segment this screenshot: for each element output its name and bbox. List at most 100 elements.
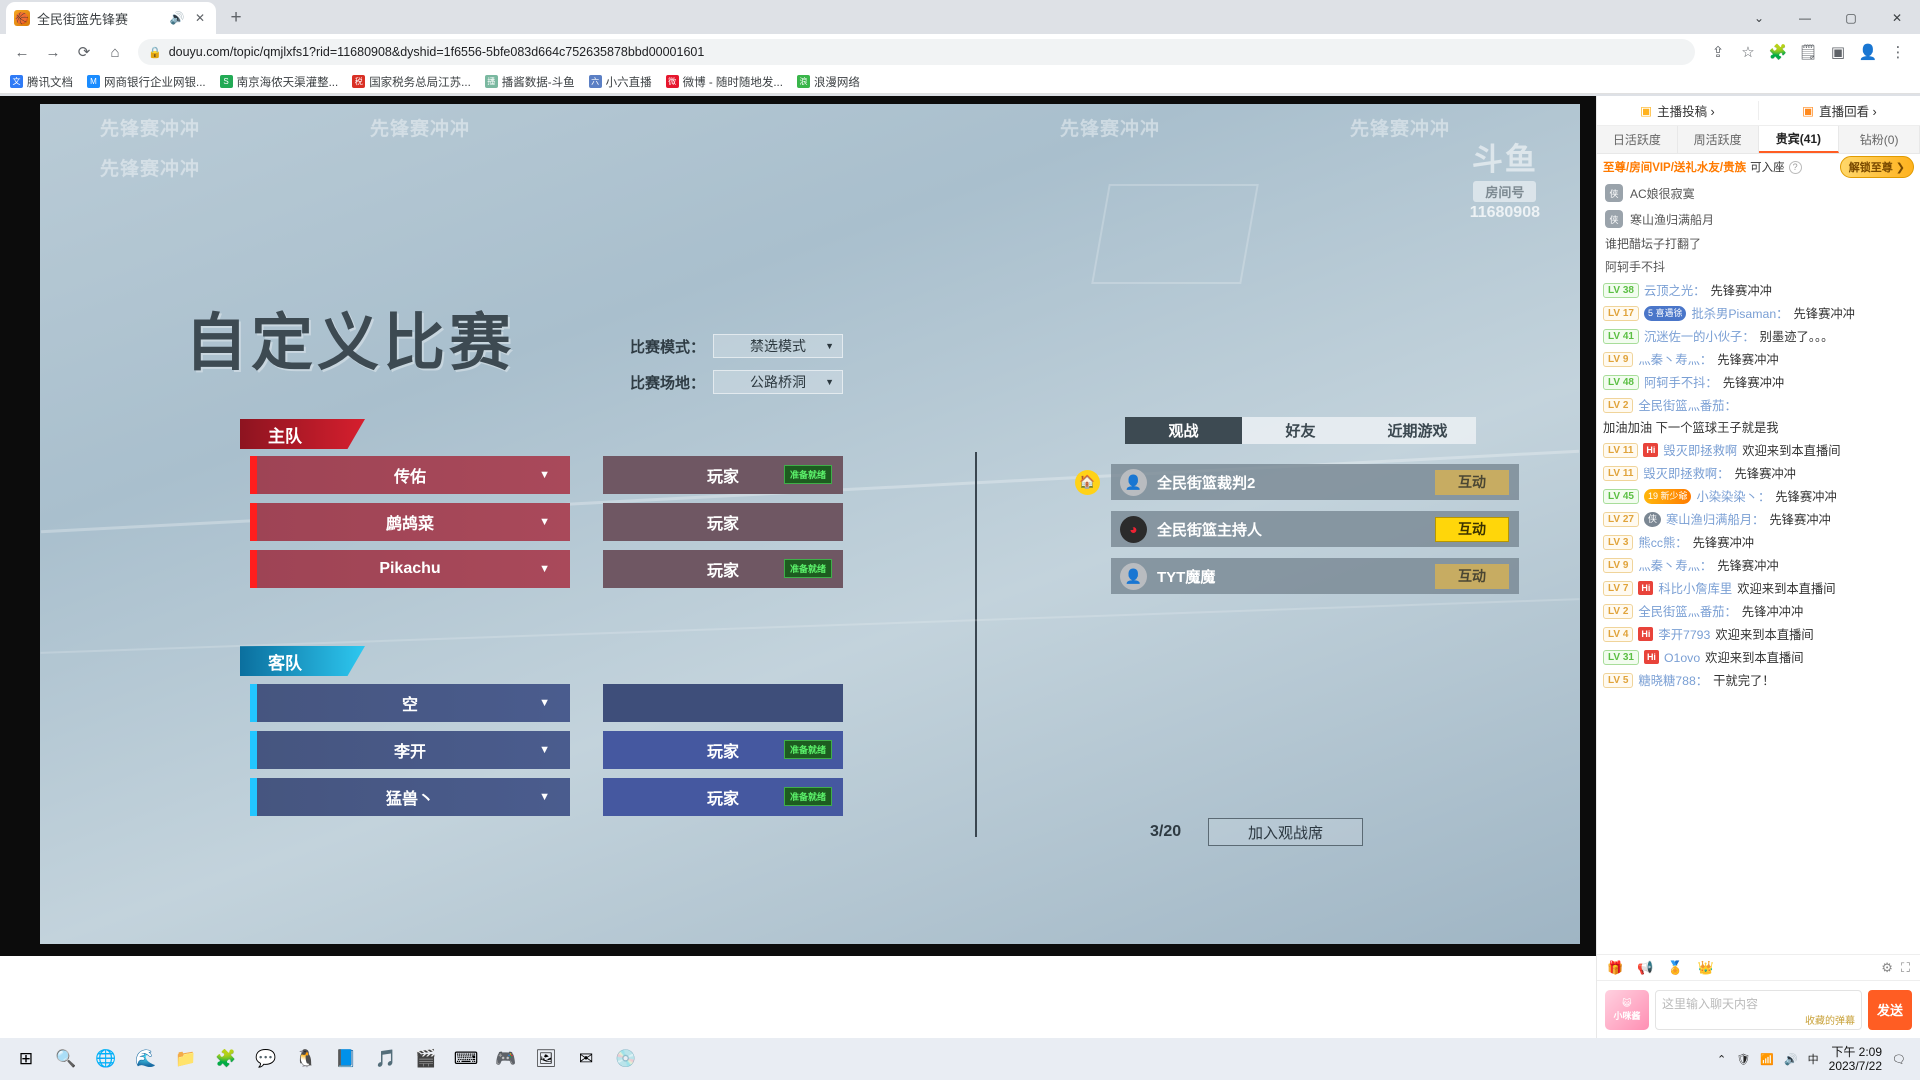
bookmark-item[interactable]: 文腾讯文档 — [10, 74, 73, 90]
fullscreen-icon[interactable]: ⛶ — [1901, 960, 1910, 976]
player-status-box[interactable]: 玩家 — [603, 503, 843, 541]
speaker-icon[interactable]: 🔊 — [169, 10, 185, 26]
player-name-select[interactable]: Pikachu ▼ — [250, 550, 570, 588]
spectator-tab[interactable]: 好友 — [1242, 417, 1359, 444]
address-bar[interactable]: 🔒 douyu.com/topic/qmjlxfs1?rid=11680908&… — [138, 39, 1695, 65]
message-nickname[interactable]: 小染染染丶： — [1696, 489, 1770, 506]
badge-icon[interactable]: 🏅 — [1667, 960, 1683, 976]
new-tab-button[interactable]: + — [222, 4, 250, 32]
message-nickname[interactable]: 科比小詹库里 — [1658, 581, 1732, 598]
question-icon[interactable]: ? — [1788, 160, 1802, 174]
window-icon[interactable]: ▣ — [1824, 38, 1852, 66]
code-icon[interactable]: ⌨ — [446, 1040, 486, 1078]
bookmark-item[interactable]: 微微博 - 随时随地发... — [665, 74, 783, 90]
bookmark-item[interactable]: 浪浪漫网络 — [796, 74, 860, 90]
player-name-select[interactable]: 鹧鸪菜 ▼ — [250, 503, 570, 541]
player-name-select[interactable]: 传佑 ▼ — [250, 456, 570, 494]
bookmark-item[interactable]: 六小六直播 — [588, 74, 652, 90]
interact-button[interactable]: 互动 — [1435, 516, 1509, 542]
search-icon[interactable]: 🔍 — [46, 1040, 86, 1078]
message-nickname[interactable]: 糖晓糖788： — [1638, 673, 1708, 690]
noble-icon[interactable]: 👑 — [1698, 960, 1714, 976]
word-icon[interactable]: 📘 — [326, 1040, 366, 1078]
chat-input[interactable]: 这里输入聊天内容 收藏的弹幕 — [1655, 989, 1862, 1030]
message-nickname[interactable]: 云顶之光： — [1644, 283, 1706, 300]
chat-header-link[interactable]: ▣ 直播回看 › — [1758, 101, 1920, 120]
taskbar-clock[interactable]: 下午 2:09 2023/7/22 — [1829, 1045, 1882, 1073]
wechat-icon[interactable]: 💬 — [246, 1040, 286, 1078]
chat-tab[interactable]: 贵宾(41) — [1758, 126, 1840, 153]
player-status-box[interactable]: 玩家 准备就绪 — [603, 731, 843, 769]
message-nickname[interactable]: 沉迷佐一的小伙子： — [1644, 329, 1755, 346]
join-spectator-button[interactable]: 加入观战席 — [1208, 818, 1363, 846]
message-nickname[interactable]: 熊cc熊： — [1638, 535, 1687, 552]
bookmark-item[interactable]: M 网商银行企业网银... — [87, 74, 206, 90]
disc-icon[interactable]: 💿 — [606, 1040, 646, 1078]
message-nickname[interactable]: 寒山渔归满船月： — [1666, 512, 1764, 529]
bookmark-item[interactable]: S 南京海侬天渠灌整... — [219, 74, 338, 90]
reload-icon[interactable]: ⟳ — [70, 38, 98, 66]
interact-button[interactable]: 互动 — [1435, 469, 1509, 495]
spectator-tab[interactable]: 近期游戏 — [1359, 417, 1476, 444]
qq-icon[interactable]: 🐧 — [286, 1040, 326, 1078]
home-icon[interactable]: ⌂ — [101, 38, 129, 66]
mail-icon[interactable]: ✉ — [566, 1040, 606, 1078]
player-status-box[interactable]: 玩家 准备就绪 — [603, 778, 843, 816]
folder-icon[interactable]: 📁 — [166, 1040, 206, 1078]
chat-header-link[interactable]: ▣ 主播投稿 › — [1597, 101, 1758, 120]
app-icon[interactable]: 🧩 — [206, 1040, 246, 1078]
bookmark-item[interactable]: 税国家税务总局江苏... — [352, 74, 471, 90]
settings-icon[interactable]: ⚙ — [1881, 960, 1893, 976]
extensions-icon[interactable]: 🧩 — [1764, 38, 1792, 66]
bookmark-item[interactable]: 播播酱数据-斗鱼 — [484, 74, 575, 90]
chat-tab[interactable]: 周活跃度 — [1677, 126, 1759, 153]
message-nickname[interactable]: 灬秦丶寿灬： — [1638, 352, 1712, 369]
menu-icon[interactable]: ⋮ — [1884, 38, 1912, 66]
message-nickname[interactable]: 灬秦丶寿灬： — [1638, 558, 1712, 575]
player-status-box[interactable]: 玩家 准备就绪 — [603, 456, 843, 494]
close-window-button[interactable]: ✕ — [1874, 2, 1920, 34]
player-name-select[interactable]: 空 ▼ — [250, 684, 570, 722]
share-icon[interactable]: ⇪ — [1704, 38, 1732, 66]
message-nickname[interactable]: 全民街篮灬番茄： — [1638, 604, 1736, 621]
guest-item[interactable]: 侠寒山渔归满船月 — [1597, 206, 1920, 232]
ime-icon[interactable]: 中 — [1808, 1051, 1819, 1067]
emoji-button[interactable]: 😺 小咪酱 — [1605, 989, 1649, 1030]
interact-button[interactable]: 互动 — [1435, 563, 1509, 589]
message-nickname[interactable]: 全民街篮灬番茄： — [1638, 398, 1736, 415]
tab-search-chevron-icon[interactable]: ⌄ — [1736, 2, 1782, 34]
bookmark-star-icon[interactable]: ☆ — [1734, 38, 1762, 66]
message-nickname[interactable]: O1ovo — [1664, 650, 1700, 667]
player-name-select[interactable]: 猛兽丶 ▼ — [250, 778, 570, 816]
chevron-up-icon[interactable]: ⌃ — [1717, 1053, 1726, 1066]
unlock-supreme-button[interactable]: 解锁至尊 ❯ — [1839, 156, 1914, 178]
volume-icon[interactable]: 🔊 — [1784, 1053, 1798, 1066]
browser-tab[interactable]: 🏀 全民街篮先锋赛 🔊 ✕ — [6, 2, 216, 34]
profile-icon[interactable]: 👤 — [1854, 38, 1882, 66]
notification-icon[interactable]: 🗨 — [1892, 1053, 1906, 1066]
music-icon[interactable]: 🎵 — [366, 1040, 406, 1078]
shield-icon[interactable]: 🛡 — [1736, 1053, 1750, 1066]
reading-list-icon[interactable]: 🗒 — [1794, 38, 1822, 66]
player-status-box[interactable]: 玩家 准备就绪 — [603, 550, 843, 588]
player-status-box[interactable] — [603, 684, 843, 722]
video-icon[interactable]: 🎬 — [406, 1040, 446, 1078]
start-icon[interactable]: ⊞ — [6, 1040, 46, 1078]
chat-tab[interactable]: 日活跃度 — [1597, 126, 1678, 153]
forward-icon[interactable]: → — [39, 38, 67, 66]
message-nickname[interactable]: 毁灭即拯救啊： — [1643, 466, 1729, 483]
spectator-tab[interactable]: 观战 — [1125, 417, 1242, 444]
guest-item[interactable]: 侠 AC娘很寂寞 — [1597, 180, 1920, 206]
edge-icon[interactable]: 🌊 — [126, 1040, 166, 1078]
maximize-button[interactable]: ▢ — [1828, 2, 1874, 34]
network-icon[interactable]: 📶 — [1760, 1053, 1774, 1066]
message-nickname[interactable]: 毁灭即拯救啊 — [1663, 443, 1737, 460]
game-icon[interactable]: 🎮 — [486, 1040, 526, 1078]
horn-icon[interactable]: 📢 — [1637, 960, 1653, 976]
photo-icon[interactable]: 🖼 — [526, 1040, 566, 1078]
vip-highlight[interactable]: 至尊/房间VIP/送礼水友/贵族 — [1603, 159, 1746, 175]
message-nickname[interactable]: 李开7793 — [1658, 627, 1710, 644]
message-nickname[interactable]: 阿轲手不抖： — [1644, 375, 1718, 392]
message-nickname[interactable]: 批杀男Pisaman： — [1691, 306, 1788, 323]
close-icon[interactable]: ✕ — [192, 10, 208, 26]
